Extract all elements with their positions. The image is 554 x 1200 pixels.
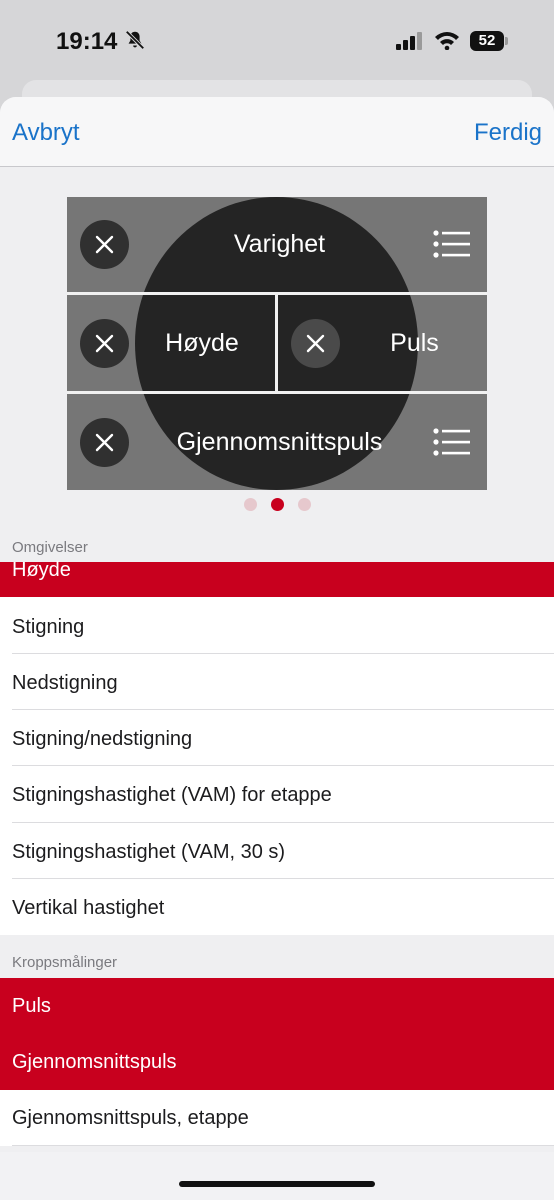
list-item[interactable]: Gjennomsnittspuls — [0, 1034, 554, 1090]
list-item-label: Puls — [12, 995, 51, 1017]
section-header-environment: Omgivelser — [12, 539, 88, 556]
page-indicator[interactable] — [244, 498, 314, 512]
list-item[interactable]: Stigning — [0, 597, 554, 654]
close-icon — [95, 433, 114, 452]
field-label-top[interactable]: Varighet — [177, 230, 382, 259]
page-dot-active[interactable] — [271, 498, 284, 511]
list-item-label: Gjennomsnittspuls, etappe — [12, 1107, 249, 1129]
close-icon — [95, 235, 114, 254]
field-label-bottom[interactable]: Gjennomsnittspuls — [157, 428, 402, 457]
list-item-label: Gjennomsnittspuls — [12, 1051, 177, 1073]
field-label-middle-left[interactable]: Høyde — [147, 329, 257, 358]
list-item[interactable]: Stigningshastighet (VAM) for etappe — [0, 766, 554, 823]
list-item-label: Vertikal hastighet — [12, 897, 165, 919]
list-item-label: Stigning — [12, 616, 85, 638]
status-bar: 19:14 52 — [0, 0, 554, 84]
remove-field-button[interactable] — [80, 418, 129, 467]
signal-icon — [396, 32, 422, 50]
page-dot[interactable] — [244, 498, 257, 511]
wifi-icon — [435, 32, 459, 50]
close-icon — [95, 334, 114, 353]
battery-level: 52 — [478, 32, 496, 49]
list-item-label: Stigningshastighet (VAM) for etappe — [12, 784, 332, 806]
done-button[interactable]: Ferdig — [474, 119, 542, 147]
list-icon[interactable] — [432, 229, 472, 259]
remove-field-button[interactable] — [291, 319, 340, 368]
page-dot[interactable] — [298, 498, 311, 511]
watch-face-preview: Varighet Høyde Puls Gjennomsnittspuls — [67, 197, 487, 490]
list-icon[interactable] — [432, 427, 472, 457]
list-item-label: Høyde — [12, 559, 71, 581]
divider — [12, 1145, 554, 1146]
bottom-area — [0, 1152, 554, 1200]
home-indicator[interactable] — [179, 1181, 375, 1187]
list-item[interactable]: Høyde — [0, 559, 554, 597]
bell-slash-icon — [125, 30, 145, 50]
field-label-middle-right[interactable]: Puls — [367, 329, 462, 358]
list-item[interactable]: Gjennomsnittspuls, etappe — [0, 1090, 554, 1146]
remove-field-button[interactable] — [80, 220, 129, 269]
list-item[interactable]: Vertikal hastighet — [0, 879, 554, 935]
list-item[interactable]: Stigningshastighet (VAM, 30 s) — [0, 823, 554, 879]
list-item[interactable]: Nedstigning — [0, 654, 554, 710]
battery-icon: 52 — [470, 31, 504, 51]
nav-bar: Avbryt Ferdig — [0, 97, 554, 167]
edit-sheet: Avbryt Ferdig Varighet Høyde Puls Gjenno… — [0, 97, 554, 1200]
list-item-label: Stigning/nedstigning — [12, 728, 193, 750]
remove-field-button[interactable] — [80, 319, 129, 368]
close-icon — [306, 334, 325, 353]
list-item-label: Nedstigning — [12, 672, 118, 694]
list-item[interactable]: Puls — [0, 978, 554, 1034]
cancel-button[interactable]: Avbryt — [12, 119, 80, 147]
battery-tip — [505, 37, 508, 45]
list-item[interactable]: Stigning/nedstigning — [0, 710, 554, 766]
list-item-label: Stigningshastighet (VAM, 30 s) — [12, 841, 286, 863]
section-header-body: Kroppsmålinger — [12, 954, 118, 971]
status-time: 19:14 — [56, 28, 118, 55]
divider — [275, 294, 278, 392]
